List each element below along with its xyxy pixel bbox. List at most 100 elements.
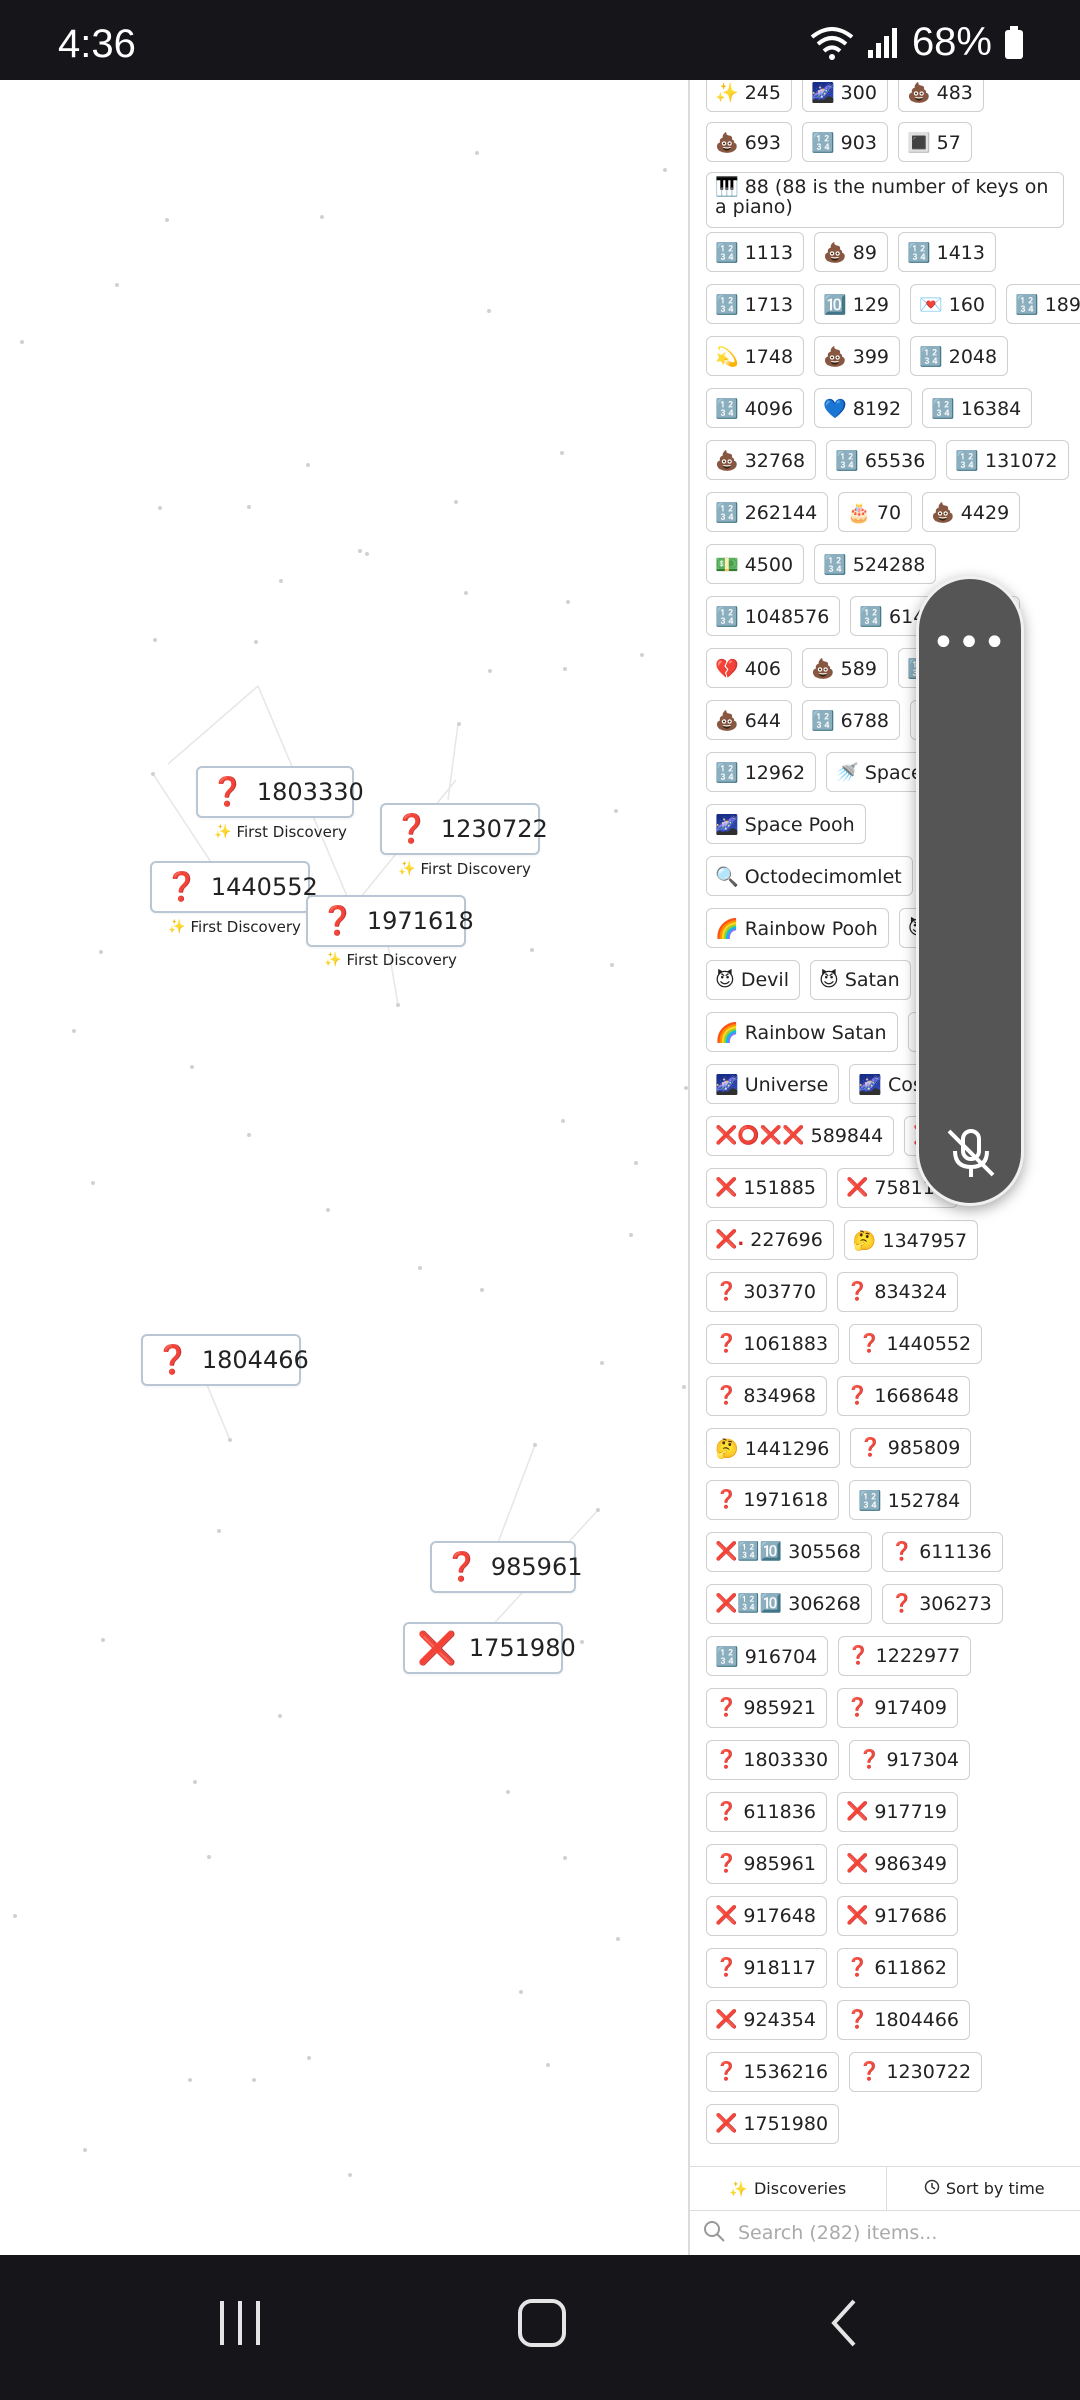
item-chip[interactable]: 🔳 57 <box>897 122 972 162</box>
item-chip[interactable]: ❌ 151885 <box>706 1168 827 1208</box>
home-icon[interactable] <box>516 2295 568 2355</box>
item-chip[interactable]: 🎹 88 (88 is the number of keys on a pian… <box>706 172 1064 228</box>
item-chip[interactable]: ❓ 1668648 <box>836 1376 970 1416</box>
item-chip[interactable]: ❓ 611862 <box>836 1948 958 1988</box>
item-chip[interactable]: 🤔 1347957 <box>843 1220 979 1260</box>
item-chip[interactable]: 💌 160 <box>910 284 996 324</box>
item-chip[interactable]: 🔟 129 <box>814 284 901 324</box>
item-chip[interactable]: 💩 644 <box>706 700 792 740</box>
item-chip[interactable]: 🌌 300 <box>801 80 888 112</box>
item-chip[interactable]: 🌈 Rainbow Pooh <box>706 908 889 948</box>
canvas-node-1971618[interactable]: ❓ 1971618 <box>306 895 474 947</box>
tab-discoveries[interactable]: ✨ Discoveries <box>690 2167 886 2210</box>
item-chip[interactable]: 🔢 4096 <box>706 388 805 428</box>
back-icon[interactable] <box>824 2295 864 2355</box>
item-chip[interactable]: ❓ 1804466 <box>836 2000 970 2040</box>
item-chip[interactable]: ❓ 917409 <box>836 1688 958 1728</box>
item-chip[interactable]: 💩 693 <box>706 122 792 162</box>
item-chip[interactable]: 💙 8192 <box>814 388 913 428</box>
item-chip[interactable]: 🌌 Space Pooh <box>706 804 866 844</box>
item-chip[interactable]: ❓ 1440552 <box>849 1324 983 1364</box>
item-chip[interactable]: 🔍 Octodecimomlet <box>706 856 913 896</box>
item-chip[interactable]: 💔 406 <box>706 648 792 688</box>
item-chip[interactable]: 🔢 6788 <box>801 700 901 740</box>
item-chip[interactable]: 🔢 131072 <box>946 440 1069 480</box>
item-chip[interactable]: 🔢 903 <box>801 122 888 162</box>
canvas-node-1803330[interactable]: ❓ 1803330 <box>196 766 364 818</box>
question-mark-icon: ❓ <box>858 1749 881 1770</box>
mute-mic-icon[interactable] <box>943 1125 999 1185</box>
recent-apps-icon[interactable] <box>216 2295 264 2355</box>
canvas-node-985961[interactable]: ❓ 985961 <box>430 1541 583 1593</box>
crafting-canvas[interactable]: ❓ 1803330 ✨ First Discovery ❓ 1230722 ✨ … <box>0 80 688 2325</box>
item-chip[interactable]: ❌⭕❌❌ 589844 <box>706 1116 895 1156</box>
item-chip[interactable]: ❓ 985921 <box>706 1688 827 1728</box>
item-chip[interactable]: 💩 589 <box>801 648 888 688</box>
tab-sort-by-time[interactable]: Sort by time <box>885 2167 1080 2210</box>
item-chip[interactable]: 🔢 65536 <box>826 440 937 480</box>
item-chip[interactable]: ❌🔢🔟 306268 <box>706 1584 872 1624</box>
item-label: 918117 <box>743 1957 816 1979</box>
item-chip[interactable]: 💫 1748 <box>706 336 805 376</box>
item-chip[interactable]: 🔢 1713 <box>706 284 805 324</box>
floating-control-pill[interactable]: ••• <box>916 576 1024 1206</box>
item-chip[interactable]: 🔢 1413 <box>897 232 996 272</box>
question-mark-icon: ❓ <box>858 1333 881 1354</box>
item-chip[interactable]: 🔢 16384 <box>922 388 1033 428</box>
item-chip[interactable]: ❌🔢🔟 305568 <box>706 1532 872 1572</box>
item-chip[interactable]: ❌ 1751980 <box>706 2104 840 2144</box>
item-chip[interactable]: 💩 89 <box>814 232 888 272</box>
item-chip[interactable]: 🔢 189 <box>1006 284 1080 324</box>
item-chip[interactable]: 🎂 70 <box>838 492 913 532</box>
item-chip[interactable]: ❓ 306273 <box>881 1584 1003 1624</box>
item-chip[interactable]: 🔢 524288 <box>814 544 937 584</box>
item-chip[interactable]: ❓ 918117 <box>706 1948 827 1988</box>
canvas-node-1230722[interactable]: ❓ 1230722 <box>380 803 548 855</box>
item-chip[interactable]: ❓ 985961 <box>706 1844 827 1884</box>
item-chip[interactable]: 🤔 1441296 <box>706 1428 841 1468</box>
question-mark-icon: ❓ <box>320 904 355 937</box>
item-chip[interactable]: ❓ 834968 <box>706 1376 827 1416</box>
item-chip[interactable]: 🔢 916704 <box>706 1636 829 1676</box>
item-chip[interactable]: 🔢 12962 <box>706 752 817 792</box>
item-chip[interactable]: ❓ 1971618 <box>706 1480 840 1520</box>
canvas-node-1440552[interactable]: ❓ 1440552 <box>150 861 318 913</box>
item-chip[interactable]: 🔢 1048576 <box>706 596 841 636</box>
item-chip[interactable]: ❓ 1230722 <box>849 2052 983 2092</box>
item-chip[interactable]: 😈 Devil <box>706 960 800 1000</box>
more-options-icon[interactable]: ••• <box>919 623 1021 663</box>
item-chip[interactable]: ❓ 611136 <box>881 1532 1003 1572</box>
canvas-node-1751980[interactable]: ❌ 1751980 <box>403 1622 576 1674</box>
item-chip[interactable]: ❓ 303770 <box>706 1272 827 1312</box>
item-chip[interactable]: ❓ 1061883 <box>706 1324 840 1364</box>
item-chip[interactable]: ❓ 1222977 <box>838 1636 972 1676</box>
item-chip[interactable]: 😈 Satan <box>809 960 911 1000</box>
canvas-node-1804466[interactable]: ❓ 1804466 <box>141 1334 309 1386</box>
item-chip[interactable]: 🌌 Universe <box>706 1064 840 1104</box>
item-chip[interactable]: 🌈 Rainbow Satan <box>706 1012 898 1052</box>
item-chip[interactable]: ❌. 227696 <box>706 1220 834 1260</box>
item-chip[interactable]: ❌ 917686 <box>836 1896 958 1936</box>
item-chip[interactable]: 🔢 2048 <box>910 336 1009 376</box>
item-chip[interactable]: ✨ 245 <box>706 80 792 112</box>
item-chip[interactable]: ❓ 611836 <box>706 1792 827 1832</box>
item-chip[interactable]: ❌ 986349 <box>836 1844 958 1884</box>
item-chip[interactable]: ❓ 1803330 <box>706 1740 840 1780</box>
question-mark-icon: ❓ <box>715 2061 738 2082</box>
item-chip[interactable]: 💩 483 <box>897 80 984 112</box>
item-chip[interactable]: 🔢 1113 <box>706 232 805 272</box>
item-chip[interactable]: 💩 399 <box>814 336 901 376</box>
search-input[interactable] <box>738 2222 1058 2244</box>
item-chip[interactable]: ❌ 917648 <box>706 1896 827 1936</box>
item-chip[interactable]: 💵 4500 <box>706 544 805 584</box>
item-chip[interactable]: ❌ 924354 <box>706 2000 827 2040</box>
item-chip[interactable]: 💩 4429 <box>922 492 1021 532</box>
item-chip[interactable]: 💩 32768 <box>706 440 817 480</box>
item-chip[interactable]: ❌ 917719 <box>836 1792 958 1832</box>
item-chip[interactable]: ❓ 985809 <box>850 1428 972 1468</box>
item-chip[interactable]: ❓ 834324 <box>836 1272 958 1312</box>
item-chip[interactable]: 🔢 152784 <box>849 1480 972 1520</box>
item-chip[interactable]: ❓ 1536216 <box>706 2052 840 2092</box>
item-chip[interactable]: ❓ 917304 <box>849 1740 970 1780</box>
item-chip[interactable]: 🔢 262144 <box>706 492 829 532</box>
